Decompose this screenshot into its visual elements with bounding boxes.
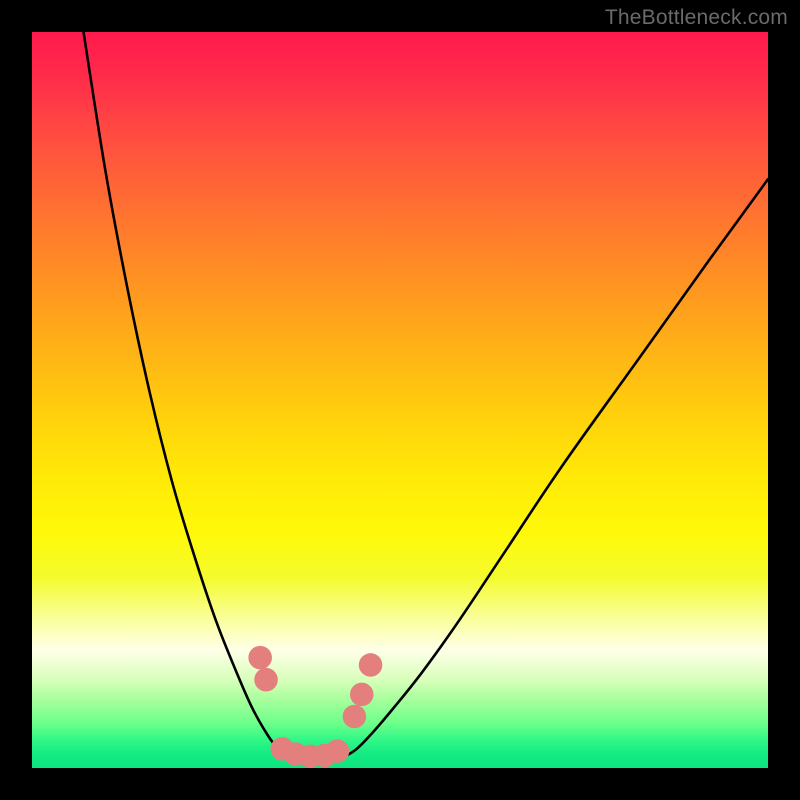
- marker-dot-7: [343, 705, 367, 729]
- marker-dot-9: [359, 653, 383, 677]
- marker-dot-1: [254, 668, 278, 692]
- plot-area: [32, 32, 768, 768]
- marker-dot-8: [350, 683, 374, 707]
- marker-dot-6: [326, 739, 350, 763]
- chart-frame: TheBottleneck.com: [0, 0, 800, 800]
- series-right-curve: [341, 179, 768, 758]
- series-group: [84, 32, 768, 761]
- marker-group: [248, 646, 382, 768]
- chart-svg: [32, 32, 768, 768]
- watermark-text: TheBottleneck.com: [605, 6, 788, 30]
- marker-dot-0: [248, 646, 272, 670]
